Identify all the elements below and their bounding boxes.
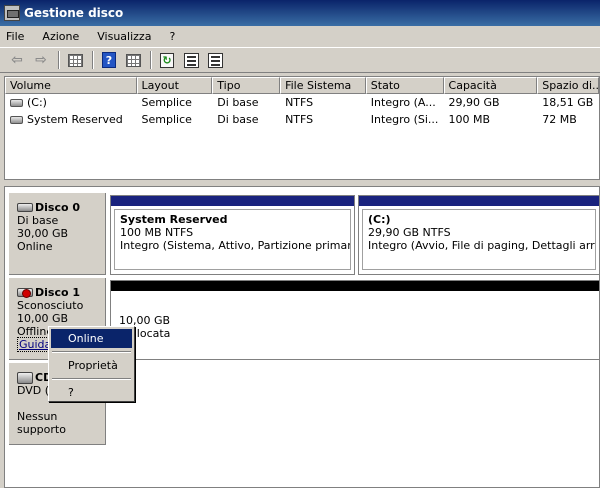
menu-bar: File Azione Visualizza ? — [0, 26, 600, 46]
back-button[interactable]: ⇦ — [6, 50, 28, 70]
cell-volume: (C:) — [27, 96, 47, 109]
partition-status: Integro (Avvio, File di paging, Dettagli… — [368, 239, 595, 252]
partition-bar — [359, 196, 599, 206]
window-title: Gestione disco — [24, 6, 124, 20]
disk-1-partitions: 10,00 GB allocata — [110, 280, 600, 360]
settings-icon — [207, 52, 223, 68]
partition-c[interactable]: (C:) 29,90 GB NTFS Integro (Avvio, File … — [358, 195, 600, 275]
disk-0-type: Di base — [17, 214, 59, 227]
partition-status: Integro (Sistema, Attivo, Partizione pri… — [120, 239, 351, 252]
column-stato[interactable]: Stato — [365, 77, 444, 94]
table-row[interactable]: (C:) Semplice Di base NTFS Integro (A...… — [5, 94, 599, 111]
menu-visualizza[interactable]: Visualizza — [97, 30, 151, 43]
menu-item-help[interactable]: ? — [51, 383, 132, 402]
partition-bar — [111, 196, 354, 206]
menu-azione[interactable]: Azione — [42, 30, 79, 43]
cell-stato: Integro (Si... — [370, 113, 439, 126]
cell-file-system: NTFS — [285, 113, 314, 126]
volume-list-header: Volume Layout Tipo File Sistema Stato Ca… — [5, 77, 600, 94]
menu-help[interactable]: ? — [169, 30, 175, 43]
cell-layout: Semplice — [141, 96, 192, 109]
console-tree-button[interactable] — [64, 50, 86, 70]
partition-label: allocata — [127, 327, 171, 340]
cell-stato: Integro (A... — [370, 96, 436, 109]
column-file-system[interactable]: File Sistema — [280, 77, 366, 94]
disk-1-name: Disco 1 — [35, 286, 81, 299]
column-tipo[interactable]: Tipo — [212, 77, 281, 94]
toolbar: ⇦ ⇨ ? ↻ — [0, 47, 600, 73]
partition-fs: 100 MB NTFS — [120, 226, 194, 239]
table-row[interactable]: System Reserved Semplice Di base NTFS In… — [5, 111, 599, 128]
cell-capacita: 29,90 GB — [448, 96, 500, 109]
menu-file[interactable]: File — [6, 30, 24, 43]
disk-0-name: Disco 0 — [35, 201, 81, 214]
disk-0-size: 30,00 GB — [17, 227, 69, 240]
disk-icon — [17, 203, 33, 212]
title-bar: Gestione disco — [0, 0, 600, 26]
partition-bar — [111, 281, 599, 291]
offline-disk-icon — [17, 288, 33, 298]
cell-capacita: 100 MB — [448, 113, 491, 126]
forward-button[interactable]: ⇨ — [30, 50, 52, 70]
menu-item-online[interactable]: Online — [51, 329, 132, 348]
toolbar-separator — [58, 51, 60, 69]
settings-button[interactable] — [204, 50, 226, 70]
column-volume[interactable]: Volume — [5, 77, 137, 94]
partition-system-reserved[interactable]: System Reserved 100 MB NTFS Integro (Sis… — [110, 195, 355, 275]
disk-1-size: 10,00 GB — [17, 312, 69, 325]
cdrom-icon — [17, 371, 33, 384]
cell-tipo: Di base — [217, 96, 259, 109]
disk-0-label[interactable]: Disco 0 Di base 30,00 GB Online — [9, 193, 106, 275]
console-tree-icon — [67, 53, 83, 67]
cell-layout: Semplice — [141, 113, 192, 126]
cell-file-system: NTFS — [285, 96, 314, 109]
disk-0-status: Online — [17, 240, 53, 253]
context-menu: Online Proprietà ? — [48, 326, 135, 402]
help-icon: ? — [102, 52, 116, 68]
cell-spazio: 18,51 GB — [542, 96, 594, 109]
partition-name: System Reserved — [120, 213, 228, 226]
help-button[interactable]: ? — [98, 50, 120, 70]
partition-fs: 29,90 GB NTFS — [368, 226, 451, 239]
disk-1-type: Sconosciuto — [17, 299, 84, 312]
back-arrow-icon: ⇦ — [11, 52, 23, 68]
refresh-button[interactable]: ↻ — [156, 50, 178, 70]
toolbar-separator — [150, 51, 152, 69]
partition-unallocated[interactable]: 10,00 GB allocata — [110, 280, 600, 360]
grid-view-button[interactable] — [122, 50, 144, 70]
column-capacita[interactable]: Capacità — [443, 77, 538, 94]
drive-icon — [10, 99, 23, 107]
menu-separator — [52, 378, 131, 380]
properties-icon — [183, 52, 199, 68]
properties-button[interactable] — [180, 50, 202, 70]
cell-volume: System Reserved — [27, 113, 123, 126]
disk-0-partitions: System Reserved 100 MB NTFS Integro (Sis… — [110, 195, 600, 275]
refresh-icon: ↻ — [160, 52, 174, 68]
forward-arrow-icon: ⇨ — [35, 52, 47, 68]
drive-icon — [10, 116, 23, 124]
cdrom-status: Nessun supporto — [17, 410, 66, 436]
column-spazio[interactable]: Spazio di... — [537, 77, 600, 94]
column-layout[interactable]: Layout — [136, 77, 213, 94]
partition-size: 10,00 GB — [119, 314, 171, 327]
disk-management-icon — [4, 5, 20, 21]
cell-spazio: 72 MB — [542, 113, 577, 126]
grid-view-icon — [125, 53, 141, 67]
partition-name: (C:) — [368, 213, 391, 226]
menu-separator — [52, 351, 131, 353]
menu-item-properties[interactable]: Proprietà — [51, 356, 132, 375]
cell-tipo: Di base — [217, 113, 259, 126]
toolbar-separator — [92, 51, 94, 69]
volume-list: Volume Layout Tipo File Sistema Stato Ca… — [4, 76, 600, 180]
